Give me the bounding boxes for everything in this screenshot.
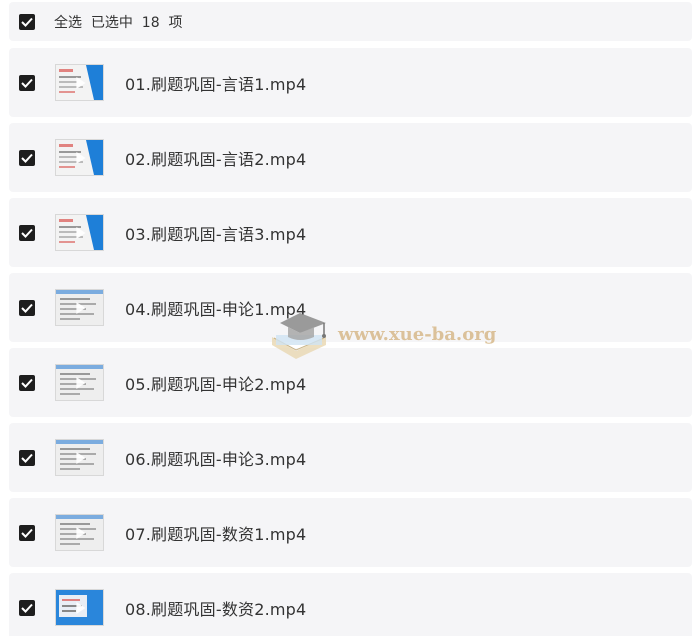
file-row[interactable]: 08.刷题巩固-数资2.mp4 bbox=[9, 573, 692, 636]
play-icon bbox=[75, 76, 85, 89]
video-thumbnail[interactable] bbox=[55, 364, 104, 401]
checkmark-icon bbox=[21, 78, 33, 88]
file-checkbox[interactable] bbox=[19, 449, 35, 466]
file-name: 06.刷题巩固-申论3.mp4 bbox=[125, 449, 307, 469]
video-thumbnail[interactable] bbox=[55, 589, 104, 626]
checkmark-icon bbox=[21, 153, 33, 163]
checkmark-icon bbox=[21, 378, 33, 388]
play-icon bbox=[75, 451, 85, 464]
file-checkbox[interactable] bbox=[19, 374, 35, 391]
select-all-label: 全选 已选中 18 项 bbox=[54, 14, 183, 31]
file-row[interactable]: 02.刷题巩固-言语2.mp4 bbox=[9, 123, 692, 192]
file-row[interactable]: 06.刷题巩固-申论3.mp4 bbox=[9, 423, 692, 492]
play-icon bbox=[75, 151, 85, 164]
file-checkbox[interactable] bbox=[19, 149, 35, 166]
file-checkbox[interactable] bbox=[19, 299, 35, 316]
checkmark-icon bbox=[21, 303, 33, 313]
file-name: 05.刷题巩固-申论2.mp4 bbox=[125, 374, 307, 394]
video-thumbnail[interactable] bbox=[55, 289, 104, 326]
checkmark-icon bbox=[21, 453, 33, 463]
play-icon bbox=[75, 226, 85, 239]
play-icon bbox=[75, 526, 85, 539]
file-checkbox[interactable] bbox=[19, 74, 35, 91]
video-thumbnail[interactable] bbox=[55, 139, 104, 176]
checkmark-icon bbox=[21, 528, 33, 538]
play-icon bbox=[75, 376, 85, 389]
file-checkbox[interactable] bbox=[19, 599, 35, 616]
video-thumbnail[interactable] bbox=[55, 64, 104, 101]
file-row[interactable]: 01.刷题巩固-言语1.mp4 bbox=[9, 48, 692, 117]
file-row[interactable]: 07.刷题巩固-数资1.mp4 bbox=[9, 498, 692, 567]
file-name: 01.刷题巩固-言语1.mp4 bbox=[125, 74, 307, 94]
file-list: 01.刷题巩固-言语1.mp4 02.刷题巩固-言语2.mp4 03.刷题巩固-言语… bbox=[9, 48, 692, 636]
video-thumbnail[interactable] bbox=[55, 214, 104, 251]
play-icon bbox=[75, 301, 85, 314]
file-selection-page: 全选 已选中 18 项 01.刷题巩固-言语1.mp4 02.刷题巩固-言语2.m… bbox=[0, 0, 692, 636]
file-name: 08.刷题巩固-数资2.mp4 bbox=[125, 599, 307, 619]
select-all-checkbox[interactable] bbox=[19, 13, 35, 30]
checkmark-icon bbox=[21, 228, 33, 238]
select-all-bar[interactable]: 全选 已选中 18 项 bbox=[9, 2, 692, 41]
file-checkbox[interactable] bbox=[19, 224, 35, 241]
file-name: 07.刷题巩固-数资1.mp4 bbox=[125, 524, 307, 544]
checkmark-icon bbox=[21, 17, 33, 27]
file-name: 03.刷题巩固-言语3.mp4 bbox=[125, 224, 307, 244]
play-icon bbox=[75, 601, 85, 614]
file-name: 04.刷题巩固-申论1.mp4 bbox=[125, 299, 307, 319]
video-thumbnail[interactable] bbox=[55, 439, 104, 476]
checkmark-icon bbox=[21, 603, 33, 613]
file-row[interactable]: 03.刷题巩固-言语3.mp4 bbox=[9, 198, 692, 267]
file-row[interactable]: 05.刷题巩固-申论2.mp4 bbox=[9, 348, 692, 417]
file-checkbox[interactable] bbox=[19, 524, 35, 541]
file-row[interactable]: 04.刷题巩固-申论1.mp4 bbox=[9, 273, 692, 342]
video-thumbnail[interactable] bbox=[55, 514, 104, 551]
file-name: 02.刷题巩固-言语2.mp4 bbox=[125, 149, 307, 169]
